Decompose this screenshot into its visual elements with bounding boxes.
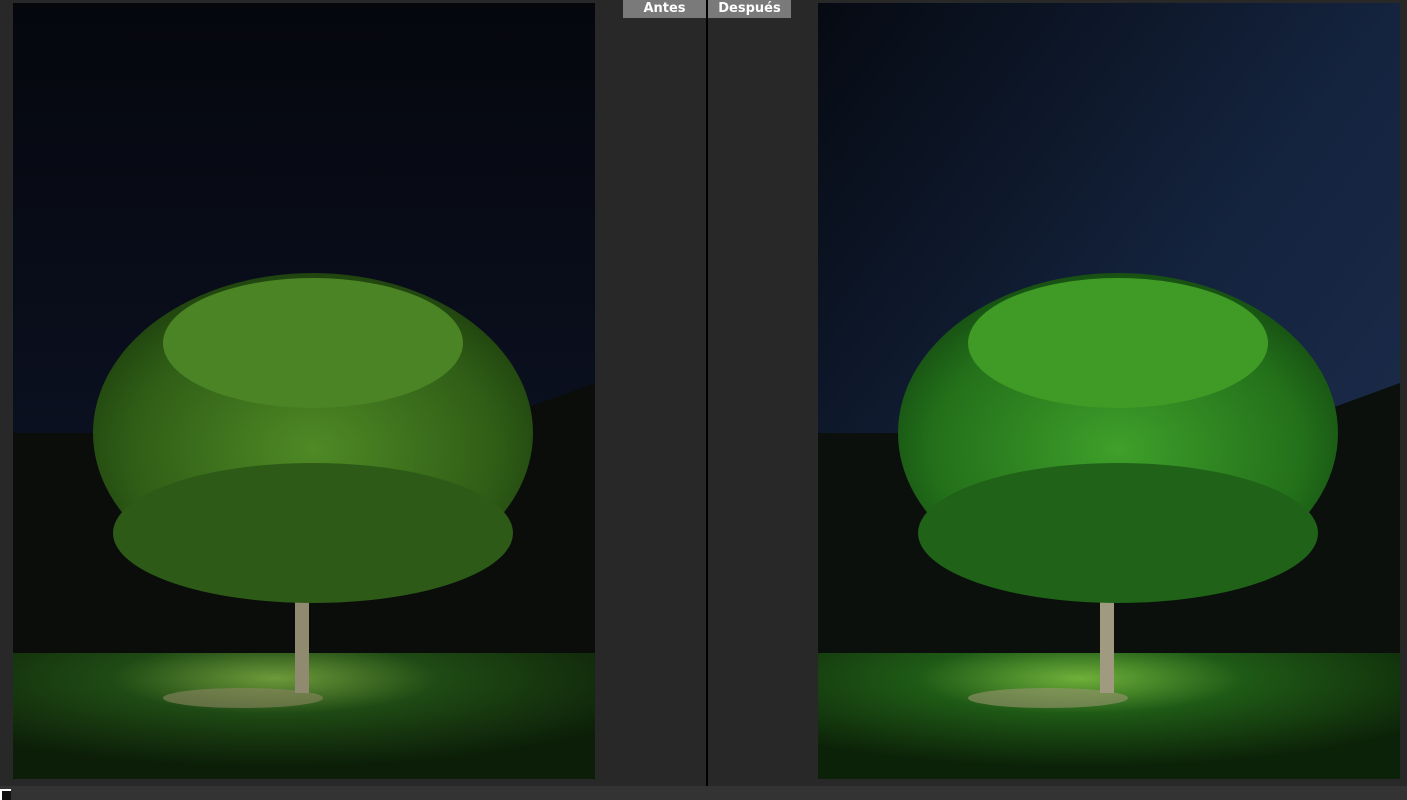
compare-divider — [706, 0, 708, 786]
after-photo[interactable] — [818, 3, 1400, 779]
view-mode-icon[interactable] — [0, 789, 11, 800]
before-photo[interactable] — [13, 3, 595, 779]
toolbar-strip — [0, 786, 1407, 800]
before-label: Antes — [623, 0, 706, 18]
after-label: Después — [708, 0, 791, 18]
